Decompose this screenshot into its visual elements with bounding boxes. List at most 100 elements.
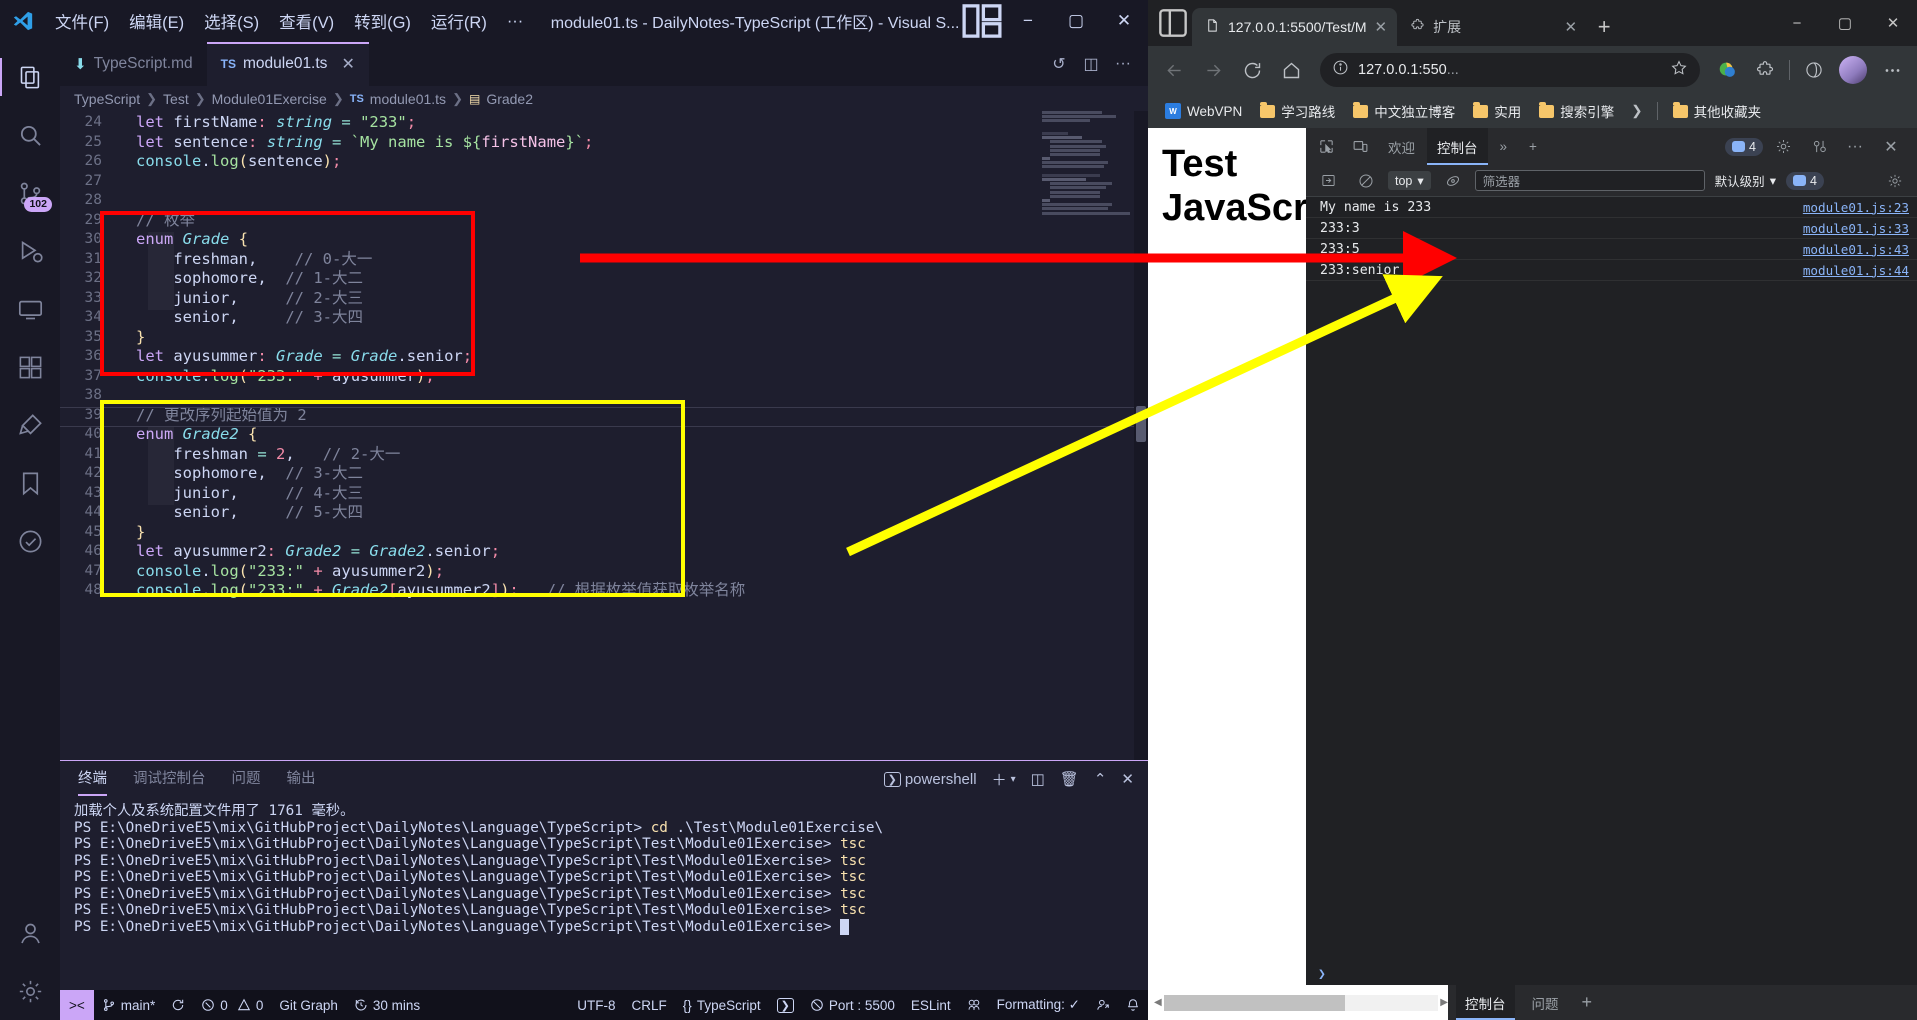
status-language-mode[interactable]: {} TypeScript	[675, 990, 769, 1020]
console-sidebar-icon[interactable]	[1312, 166, 1344, 196]
status-live-server-port[interactable]: Port : 5500	[802, 990, 903, 1020]
new-tab-button[interactable]: +	[1587, 8, 1621, 46]
close-panel-button[interactable]: ✕	[1115, 770, 1140, 788]
live-expression-icon[interactable]	[1437, 166, 1469, 196]
code-line[interactable]: 43 junior, // 4-大三	[60, 484, 1148, 504]
reload-icon[interactable]	[1234, 52, 1270, 88]
code-line[interactable]: 38	[60, 386, 1148, 406]
window-close-button[interactable]: ✕	[1100, 0, 1148, 42]
line-content[interactable]: }	[124, 523, 145, 543]
line-content[interactable]: // 枚举	[124, 211, 195, 231]
code-line[interactable]: 28	[60, 191, 1148, 211]
split-terminal-button[interactable]: ◫	[1025, 770, 1051, 788]
home-icon[interactable]	[1273, 52, 1309, 88]
devtools-close-icon[interactable]: ✕	[1875, 132, 1907, 162]
info-icon[interactable]	[1332, 59, 1349, 81]
status-notifications-bell-icon[interactable]	[1118, 990, 1148, 1020]
breadcrumb-typescript[interactable]: TypeScript	[74, 91, 140, 107]
menu-file[interactable]: 文件(F)	[46, 5, 118, 37]
device-toolbar-icon[interactable]	[1344, 132, 1376, 162]
browser-sidebar-toggle-icon[interactable]	[1154, 0, 1192, 46]
console-message-source-link[interactable]: module01.js:23	[1803, 200, 1909, 215]
console-message-row[interactable]: 233:senior module01.js:44	[1306, 260, 1917, 281]
line-content[interactable]: enum Grade {	[124, 230, 248, 250]
extensions-puzzle-icon[interactable]	[1748, 53, 1782, 87]
tab-output[interactable]: 输出	[287, 767, 316, 792]
bookmark-zhongwenduliboke[interactable]: 中文独立博客	[1346, 98, 1462, 124]
sidebar-item-search[interactable]	[0, 106, 60, 164]
devtools-settings-gear-icon[interactable]	[1767, 132, 1799, 162]
settings-gear-icon[interactable]	[0, 962, 60, 1020]
code-line[interactable]: 41 freshman = 2, // 2-大一	[60, 445, 1148, 465]
sidebar-item-testing[interactable]	[0, 396, 60, 454]
address-bar-url[interactable]: 127.0.0.1:550...	[1358, 62, 1459, 78]
scroll-right-arrow-icon[interactable]: ▶	[1440, 997, 1448, 1008]
devtools-customize-icon[interactable]	[1803, 132, 1835, 162]
more-menu-icon[interactable]	[1875, 53, 1909, 87]
menu-edit[interactable]: 编辑(E)	[120, 5, 193, 37]
terminal-output[interactable]: 加载个人及系统配置文件用了 1761 毫秒。 PS E:\OneDriveE5\m…	[60, 797, 1148, 990]
code-line[interactable]: 33 junior, // 2-大三	[60, 289, 1148, 309]
accounts-icon[interactable]	[0, 904, 60, 962]
line-content[interactable]: senior, // 5-大四	[124, 503, 363, 523]
line-content[interactable]: senior, // 3-大四	[124, 308, 363, 328]
address-bar[interactable]: 127.0.0.1:550...	[1320, 53, 1700, 87]
scroll-left-arrow-icon[interactable]: ◀	[1154, 997, 1162, 1008]
status-encoding[interactable]: UTF-8	[569, 990, 623, 1020]
browser-essentials-icon[interactable]	[1797, 53, 1831, 87]
sidebar-item-explorer[interactable]	[0, 48, 60, 106]
collections-icon[interactable]	[1711, 53, 1745, 87]
maximize-panel-button[interactable]: ⌃	[1088, 770, 1113, 788]
line-content[interactable]	[124, 191, 136, 211]
web-page-viewport[interactable]: Test JavaScrip	[1148, 128, 1306, 985]
window-maximize-button[interactable]: ▢	[1052, 0, 1100, 42]
code-line[interactable]: 42 sophomore, // 3-大二	[60, 464, 1148, 484]
status-sync-icon[interactable]	[163, 990, 193, 1020]
code-editor[interactable]: 24 let firstName: string = "233"; 25 let se…	[60, 111, 1148, 760]
browser-tab-localhost[interactable]: 127.0.0.1:5500/Test/M ✕	[1192, 8, 1398, 46]
breadcrumb-module01ts[interactable]: module01.ts	[370, 91, 446, 107]
breadcrumb-test[interactable]: Test	[163, 91, 189, 107]
sidebar-item-bookmarks[interactable]	[0, 454, 60, 512]
tab-problems[interactable]: 问题	[232, 767, 261, 792]
browser-maximize-button[interactable]: ▢	[1821, 0, 1869, 46]
line-content[interactable]: let ayusummer: Grade = Grade.senior;	[124, 347, 472, 367]
code-line[interactable]: 29 // 枚举	[60, 211, 1148, 231]
code-line[interactable]: 30 enum Grade {	[60, 230, 1148, 250]
menu-view[interactable]: 查看(V)	[270, 5, 343, 37]
code-lines[interactable]: 24 let firstName: string = "233"; 25 let se…	[60, 111, 1148, 601]
scrollbar-track[interactable]	[1163, 994, 1439, 1011]
tab-module01-ts[interactable]: TS module01.ts ✕	[206, 42, 370, 86]
clear-console-icon[interactable]	[1350, 166, 1382, 196]
star-add-icon[interactable]	[1670, 59, 1688, 82]
code-line[interactable]: 32 sophomore, // 1-大二	[60, 269, 1148, 289]
drawer-tab-issues[interactable]: 问题	[1523, 985, 1568, 1020]
line-content[interactable]	[124, 386, 136, 406]
back-arrow-icon[interactable]	[1156, 52, 1192, 88]
terminal-shell-selector[interactable]: ❯ powershell	[878, 771, 983, 788]
menu-run[interactable]: 运行(R)	[422, 5, 496, 37]
inspect-element-icon[interactable]	[1310, 132, 1342, 162]
tab-debug-console[interactable]: 调试控制台	[133, 767, 206, 792]
line-content[interactable]: console.log(sentence);	[124, 152, 341, 172]
console-message-source-link[interactable]: module01.js:33	[1803, 221, 1909, 236]
status-terminal-icon[interactable]: ❯	[769, 990, 802, 1020]
line-content[interactable]	[124, 172, 136, 192]
code-line[interactable]: 40 enum Grade2 {	[60, 425, 1148, 445]
bookmark-shiyong[interactable]: 实用	[1466, 98, 1528, 124]
sidebar-item-source-control[interactable]: 102	[0, 164, 60, 222]
browser-minimize-button[interactable]: −	[1773, 0, 1821, 46]
code-line[interactable]: 44 senior, // 5-大四	[60, 503, 1148, 523]
browser-tab-extensions[interactable]: 扩展 ✕	[1397, 8, 1587, 46]
console-message-row[interactable]: 233:3 module01.js:33	[1306, 218, 1917, 239]
console-log-level-selector[interactable]: 默认级别 ▾	[1711, 171, 1780, 190]
line-content[interactable]: enum Grade2 {	[124, 425, 257, 445]
menu-go[interactable]: 转到(G)	[345, 5, 420, 37]
menu-selection[interactable]: 选择(S)	[195, 5, 268, 37]
tab-typescript-md[interactable]: ⬇ TypeScript.md	[60, 42, 207, 86]
code-line[interactable]: 47 console.log("233:" + ayusummer2);	[60, 562, 1148, 582]
console-message-source-link[interactable]: module01.js:44	[1803, 263, 1909, 278]
new-terminal-button[interactable]: ＋ ▾	[986, 769, 1022, 790]
drawer-add-tab-button[interactable]: +	[1576, 992, 1599, 1013]
code-line[interactable]: 26 console.log(sentence);	[60, 152, 1148, 172]
